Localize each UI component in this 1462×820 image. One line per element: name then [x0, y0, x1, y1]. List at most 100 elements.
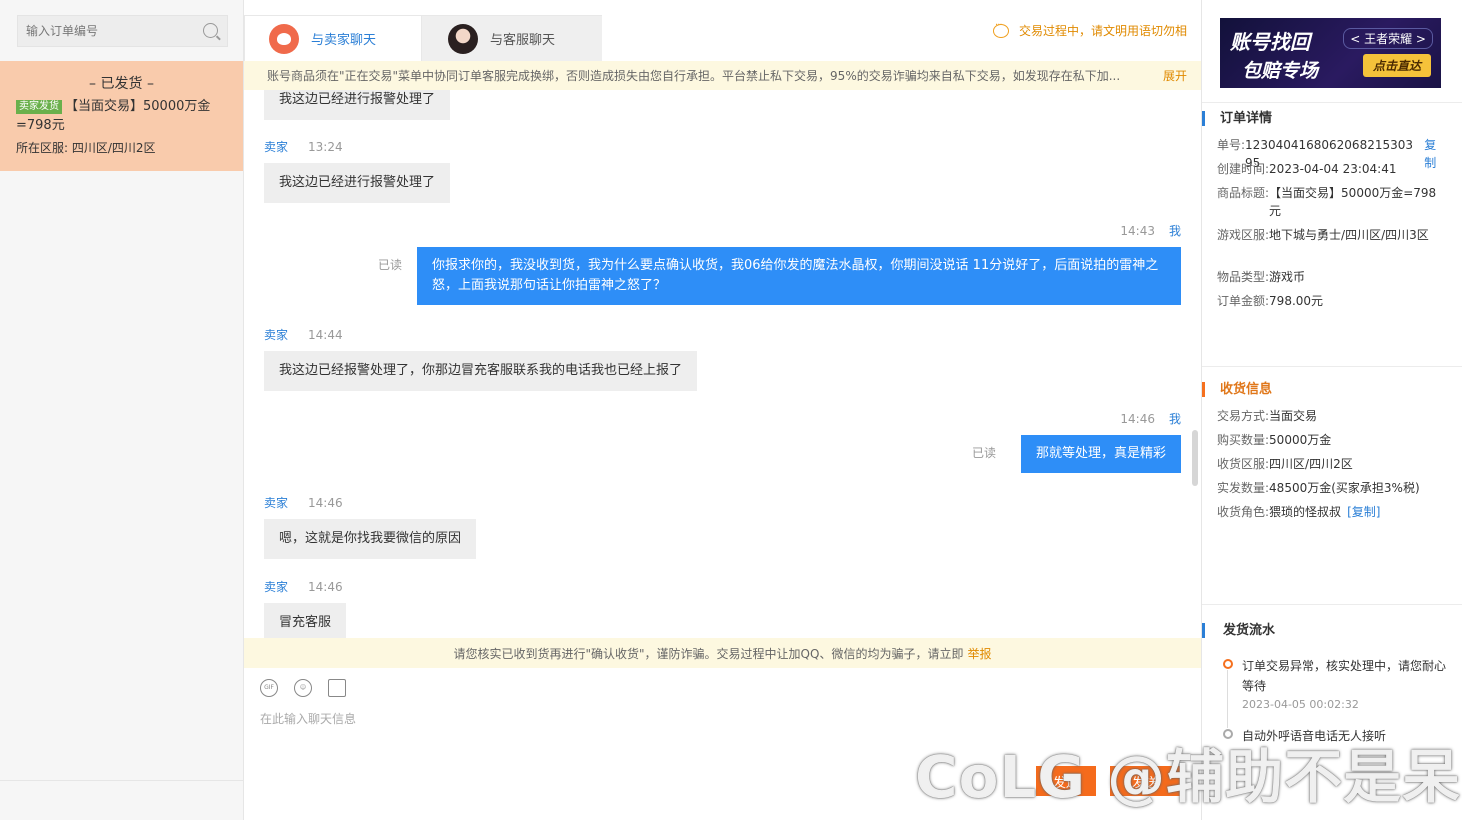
- tab-service-label: 与客服聊天: [490, 33, 556, 48]
- flow-dot-active-icon: [1223, 659, 1233, 669]
- purchase-qty-value: 50000万金: [1269, 433, 1332, 447]
- banner-game-tag: < 王者荣耀 >: [1343, 28, 1433, 49]
- actual-qty-label: 实发数量:: [1217, 481, 1270, 495]
- order-search: [17, 15, 228, 47]
- message-bubble-me: 你报求你的，我没收到货，我为什么要点确认收货，我06给你发的魔法水晶权，你期间没…: [417, 247, 1181, 305]
- order-search-input[interactable]: [18, 16, 188, 46]
- receive-role-value: 猥琐的怪叔叔: [1269, 505, 1342, 519]
- message-sender: 卖家: [264, 328, 289, 342]
- tab-service-chat[interactable]: 与客服聊天: [422, 15, 602, 61]
- notice-top-text: 账号商品须在"正在交易"菜单中协同订单客服完成换绑，否则造成损失由您自行承担。平…: [267, 69, 1121, 83]
- game-server-value: 地下城与勇士/四川区/四川3区: [1269, 228, 1429, 242]
- flow-item-text: 订单交易异常，核实处理中，请您耐心等待: [1242, 659, 1447, 693]
- product-title-row: 商品标题: 【当面交易】50000万金=798元: [1217, 184, 1447, 220]
- created-time-label: 创建时间:: [1217, 162, 1270, 176]
- message-time: 14:46: [308, 496, 343, 510]
- delivery-flow-title: 发货流水: [1202, 623, 1275, 638]
- trade-method-row: 交易方式: 当面交易: [1217, 407, 1447, 425]
- order-detail-title: 订单详情: [1202, 111, 1272, 126]
- order-list-item[interactable]: – 已发货 – 卖家发货 【当面交易】50000万金=798元 所在区服: 四川区…: [0, 61, 243, 171]
- game-server-row: 游戏区服: 地下城与勇士/四川区/四川3区: [1217, 226, 1447, 244]
- delivery-info-title: 收货信息: [1202, 382, 1272, 397]
- chat-bubble-icon: [992, 20, 1009, 38]
- purchase-qty-label: 购买数量:: [1217, 433, 1270, 447]
- flow-dot-icon: [1223, 729, 1233, 739]
- message-meta: 卖家 13:24: [264, 138, 343, 155]
- receive-role-row: 收货角色: 猥琐的怪叔叔 [复制]: [1217, 503, 1447, 521]
- message-scrollbar[interactable]: [1192, 430, 1198, 486]
- divider: [1202, 366, 1462, 367]
- message-meta: 卖家 14:44: [264, 326, 343, 343]
- message-meta: 卖家 14:46: [264, 494, 343, 511]
- actual-qty-row: 实发数量: 48500 万金(买家承担3%税): [1217, 479, 1447, 497]
- send-button[interactable]: 发送: [1036, 766, 1096, 796]
- read-receipt: 已读: [972, 446, 997, 460]
- seller-avatar: [269, 23, 299, 54]
- report-link[interactable]: 举报: [967, 645, 991, 662]
- order-status: – 已发货 –: [89, 76, 154, 92]
- image-icon[interactable]: [328, 679, 346, 697]
- notice-banner-top: 账号商品须在"正在交易"菜单中协同订单客服完成换绑，否则造成损失由您自行承担。平…: [244, 61, 1201, 90]
- created-time-value: 2023-04-04 23:04:41: [1269, 162, 1397, 176]
- notice-bottom-text: 请您核实已收到货再进行"确认收货"，谨防诈骗。交易过程中让加QQ、微信的均为骗子…: [453, 646, 964, 661]
- service-avatar: [448, 23, 478, 54]
- receive-region-value: 四川区/四川2区: [1269, 457, 1353, 471]
- chat-input[interactable]: [260, 710, 1180, 760]
- order-amount-row: 订单金额: 798.00 元: [1217, 292, 1447, 310]
- message-bubble-me: 那就等处理，真是精彩: [1020, 435, 1181, 473]
- emoji-icon[interactable]: ☺: [294, 679, 312, 697]
- order-detail-panel: 账号找回 包赔专场 < 王者荣耀 > 点击直达 订单详情 单号: 1230404…: [1201, 0, 1462, 820]
- civility-tip: 交易过程中，请文明用语切勿相: [992, 20, 1187, 39]
- notice-banner-bottom: 请您核实已收到货再进行"确认收货"，谨防诈骗。交易过程中让加QQ、微信的均为骗子…: [244, 638, 1201, 668]
- message-sender: 卖家: [264, 496, 289, 510]
- order-region: 所在区服: 四川区/四川2区: [16, 139, 227, 156]
- tab-seller-chat[interactable]: 与卖家聊天: [244, 15, 422, 61]
- message-meta: 14:43 我: [1120, 222, 1181, 239]
- message-time: 14:43: [1120, 224, 1155, 238]
- tab-seller-label: 与卖家聊天: [311, 33, 377, 48]
- send-shortcut-button[interactable]: 发送: [1110, 766, 1180, 796]
- created-time-row: 创建时间: 2023-04-04 23:04:41: [1217, 160, 1447, 178]
- purchase-qty-row: 购买数量: 50000万金: [1217, 431, 1447, 449]
- order-region-value: 四川区/四川2区: [71, 141, 156, 155]
- receive-role-label: 收货角色:: [1217, 505, 1270, 519]
- expand-link[interactable]: 展开: [1163, 67, 1187, 84]
- divider: [1202, 604, 1462, 605]
- product-title-label: 商品标题:: [1217, 186, 1270, 200]
- message-time: 14:46: [1120, 412, 1155, 426]
- item-type-value: 游戏币: [1269, 270, 1306, 284]
- order-amount-value: 798.00: [1269, 294, 1312, 308]
- seller-shipped-badge: 卖家发货: [16, 100, 62, 114]
- banner-cta-button[interactable]: 点击直达: [1362, 54, 1431, 77]
- promo-banner[interactable]: 账号找回 包赔专场 < 王者荣耀 > 点击直达: [1220, 18, 1441, 88]
- search-icon[interactable]: [203, 23, 218, 38]
- order-sidebar: – 已发货 – 卖家发货【当面交易】50000万金=798元 所在区服: 四川区…: [0, 0, 244, 820]
- order-region-label: 所在区服:: [16, 141, 69, 155]
- message-sender: 我: [1168, 224, 1181, 238]
- flow-item-text: 自动外呼语音电话无人接听: [1242, 729, 1387, 743]
- banner-title: 账号找回: [1230, 30, 1310, 54]
- trade-method-value: 当面交易: [1269, 409, 1318, 423]
- flow-item-time: 2023-04-05 00:02:32: [1242, 698, 1359, 711]
- message-bubble-seller: 冒充客服: [264, 603, 347, 638]
- input-toolbar: GIF ☺: [260, 679, 346, 697]
- order-amount-label: 订单金额:: [1217, 294, 1270, 308]
- order-title: 卖家发货 【当面交易】50000万金=798元: [16, 97, 227, 135]
- item-type-row: 物品类型: 游戏币: [1217, 268, 1447, 286]
- product-title-value: 【当面交易】50000万金=798元: [1269, 186, 1437, 218]
- message-time: 14:46: [308, 580, 343, 594]
- game-server-label: 游戏区服:: [1217, 228, 1270, 242]
- message-sender: 我: [1168, 412, 1181, 426]
- message-sender: 卖家: [264, 140, 289, 154]
- flow-item: 自动外呼语音电话无人接听: [1223, 726, 1448, 746]
- order-amount-unit: 元: [1311, 294, 1324, 308]
- sidebar-divider: [0, 780, 243, 781]
- chat-panel: 与卖家聊天 与客服聊天 交易过程中，请文明用语切勿相 账号商品须在"正在交易"菜…: [244, 0, 1201, 820]
- copy-role-link[interactable]: [复制]: [1347, 503, 1380, 521]
- message-meta: 14:46 我: [1120, 410, 1181, 427]
- gif-icon[interactable]: GIF: [260, 679, 278, 697]
- banner-subtitle: 包赔专场: [1242, 60, 1319, 82]
- actual-qty-value: 48500: [1269, 481, 1308, 495]
- read-receipt: 已读: [378, 258, 403, 272]
- actual-qty-note: 万金(买家承担3%税): [1307, 481, 1420, 495]
